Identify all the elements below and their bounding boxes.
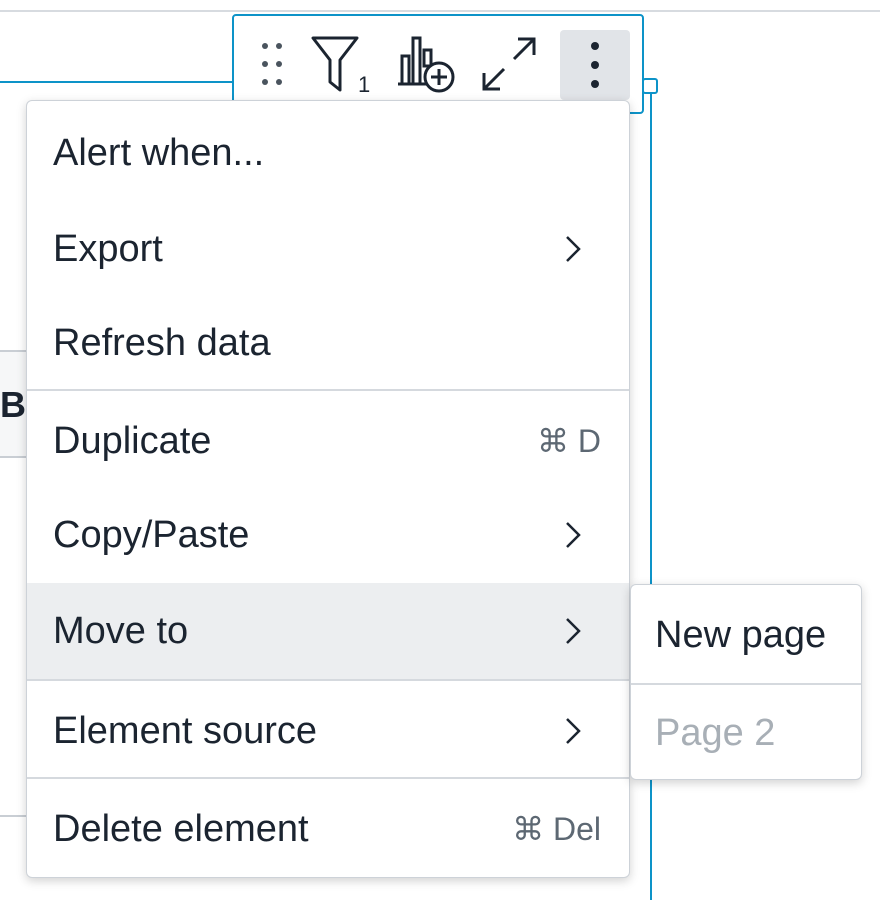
- top-divider: [0, 10, 880, 12]
- menu-item-label: Move to: [53, 609, 189, 652]
- menu-item-label: Export: [53, 227, 163, 270]
- submenu-item-label: Page 2: [655, 711, 776, 754]
- filter-count: 1: [358, 72, 371, 97]
- chevron-right-icon: [565, 235, 581, 268]
- drag-handle-icon: [260, 40, 284, 88]
- menu-item-move-to[interactable]: Move to: [27, 583, 629, 679]
- menu-divider: [27, 679, 629, 681]
- chevron-right-icon: [565, 717, 581, 750]
- submenu-item-new-page[interactable]: New page: [631, 587, 861, 683]
- menu-item-shortcut: ⌘ D: [537, 423, 601, 459]
- menu-item-export[interactable]: Export: [27, 201, 629, 297]
- menu-item-alert-when[interactable]: Alert when...: [27, 105, 629, 201]
- background-element-letter: B: [0, 384, 26, 425]
- submenu-item-page-2: Page 2: [631, 685, 861, 779]
- expand-button[interactable]: [474, 28, 544, 100]
- menu-item-duplicate[interactable]: Duplicate ⌘ D: [27, 393, 629, 489]
- menu-divider: [27, 389, 629, 391]
- more-vertical-icon: [590, 41, 600, 89]
- submenu-item-label: New page: [655, 613, 827, 656]
- add-chart-button[interactable]: [392, 28, 462, 100]
- element-border-top: [0, 81, 236, 83]
- more-options-button[interactable]: [560, 30, 630, 100]
- menu-item-label: Refresh data: [53, 321, 271, 364]
- filter-button[interactable]: 1: [310, 28, 374, 100]
- menu-item-refresh-data[interactable]: Refresh data: [27, 295, 629, 391]
- element-context-menu: Alert when... Export Refresh data Duplic…: [26, 100, 630, 878]
- menu-item-delete-element[interactable]: Delete element ⌘ Del: [27, 781, 629, 877]
- chevron-right-icon: [565, 617, 581, 650]
- menu-divider: [27, 777, 629, 779]
- menu-item-label: Duplicate: [53, 419, 212, 462]
- menu-item-label: Alert when...: [53, 131, 265, 174]
- menu-item-element-source[interactable]: Element source: [27, 683, 629, 779]
- resize-handle[interactable]: [642, 78, 658, 94]
- menu-item-label: Delete element: [53, 807, 309, 850]
- menu-item-label: Element source: [53, 709, 318, 752]
- filter-icon: 1: [310, 34, 374, 97]
- expand-icon: [480, 35, 538, 93]
- menu-item-copy-paste[interactable]: Copy/Paste: [27, 487, 629, 583]
- move-to-submenu: New page Page 2: [630, 584, 862, 780]
- add-chart-icon: [396, 34, 458, 94]
- element-toolbar: 1: [232, 14, 644, 114]
- drag-handle-button[interactable]: [252, 28, 292, 100]
- chevron-right-icon: [565, 521, 581, 554]
- menu-item-shortcut: ⌘ Del: [512, 811, 601, 847]
- menu-item-label: Copy/Paste: [53, 513, 250, 556]
